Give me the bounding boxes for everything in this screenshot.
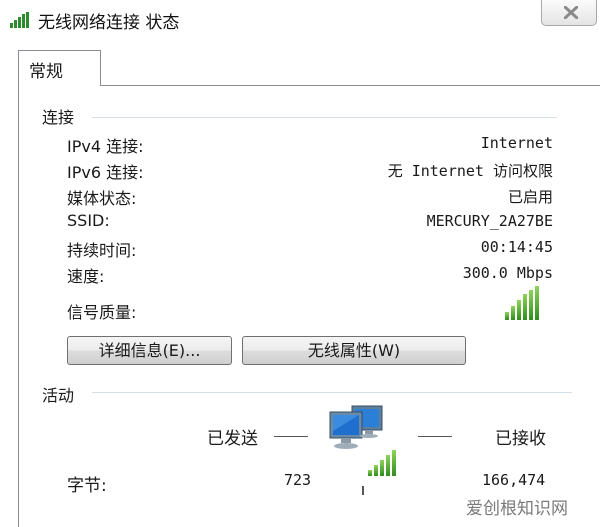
activity-heading: 活动 [42, 386, 75, 405]
close-button[interactable] [541, 0, 597, 26]
connection-heading: 连接 [42, 108, 75, 127]
received-label: 已接收 [495, 429, 546, 449]
media-state-label: 媒体状态: [67, 189, 137, 208]
bytes-received-value: 166,474 [482, 471, 546, 489]
duration-value: 00:14:45 [480, 238, 553, 256]
ipv4-label: IPv4 连接: [67, 137, 144, 156]
speed-value: 300.0 Mbps [462, 264, 553, 282]
activity-signal-icon [368, 448, 402, 476]
received-line [418, 436, 452, 437]
title-bar: 无线网络连接 状态 [0, 0, 600, 38]
duration-label: 持续时间: [67, 241, 137, 260]
tab-general[interactable]: 常规 [18, 50, 101, 86]
close-icon [564, 6, 578, 19]
ssid-label: SSID: [67, 211, 110, 230]
activity-divider [92, 392, 572, 393]
ipv6-label: IPv6 连接: [67, 163, 144, 182]
bytes-label: 字节: [67, 476, 107, 496]
media-state-value: 已启用 [507, 188, 553, 206]
ipv6-value: 无 Internet 访问权限 [387, 162, 553, 180]
signal-strength-icon [505, 286, 545, 320]
speed-label: 速度: [67, 267, 105, 286]
tab-general-label: 常规 [29, 62, 63, 82]
window-title: 无线网络连接 状态 [38, 13, 180, 33]
wireless-signal-icon [10, 12, 32, 28]
ssid-value: MERCURY_2A27BE [426, 212, 553, 230]
ipv4-value: Internet [480, 134, 553, 152]
watermark: 爱创根知识网 [466, 499, 568, 519]
wireless-properties-button[interactable]: 无线属性(W) [242, 336, 466, 365]
tab-strip-border [101, 85, 600, 86]
sent-label: 已发送 [207, 429, 258, 449]
signal-quality-label: 信号质量: [67, 303, 137, 322]
sent-line [274, 436, 308, 437]
details-button[interactable]: 详细信息(E)... [67, 336, 232, 365]
connection-divider [92, 117, 557, 118]
network-computers-icon [329, 405, 383, 449]
bytes-sent-value: 723 [284, 471, 312, 489]
panel-border [18, 85, 19, 527]
activity-divider-tick [362, 486, 364, 495]
